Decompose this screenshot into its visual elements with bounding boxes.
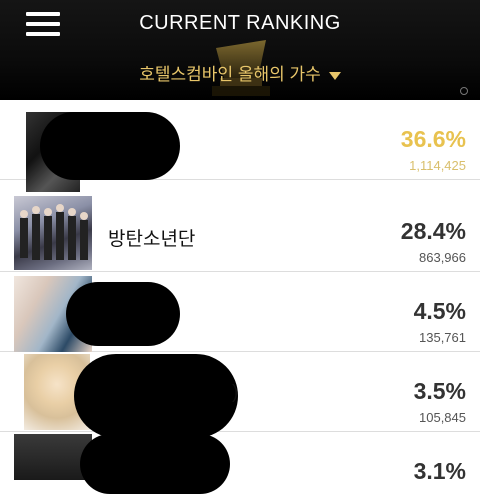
redaction [74,354,238,438]
caret-down-icon [328,71,341,80]
ranking-row[interactable]: ) 3.5% 105,845 [0,352,480,438]
redaction [40,112,180,180]
page-title: CURRENT RANKING [139,12,341,34]
vote-count: 863,966 [419,250,466,265]
vote-count: 135,761 [419,330,466,345]
ranking-row[interactable]: 4.5% 135,761 [0,272,480,352]
ranking-list: 36.6% 1,114,425 방탄소년단 28.4% 863,966 4.5%… [0,100,480,494]
vote-percentage: 3.1% [413,458,466,484]
category-label: 호텔스컴바인 올해의 가수 [139,65,321,84]
artist-name: 방탄소년단 [108,229,196,250]
vote-percentage: 4.5% [413,298,466,324]
redaction [66,282,180,346]
vote-percentage: 3.5% [413,378,466,404]
ranking-row[interactable]: 36.6% 1,114,425 [0,100,480,192]
vote-percentage: 28.4% [400,218,466,244]
scroll-indicator [460,87,468,95]
artist-thumbnail [14,196,92,270]
category-dropdown[interactable]: 호텔스컴바인 올해의 가수 [0,60,480,85]
ranking-row[interactable]: 3.1% [0,432,480,494]
redaction [80,434,230,494]
vote-count: 105,845 [419,410,466,425]
ranking-row[interactable]: 방탄소년단 28.4% 863,966 [0,192,480,272]
group-photo [20,204,88,260]
vote-percentage: 36.6% [400,126,466,152]
app-header: CURRENT RANKING 호텔스컴바인 올해의 가수 [0,0,480,100]
artist-name: ) [232,382,239,403]
vote-count: 1,114,425 [409,158,466,173]
